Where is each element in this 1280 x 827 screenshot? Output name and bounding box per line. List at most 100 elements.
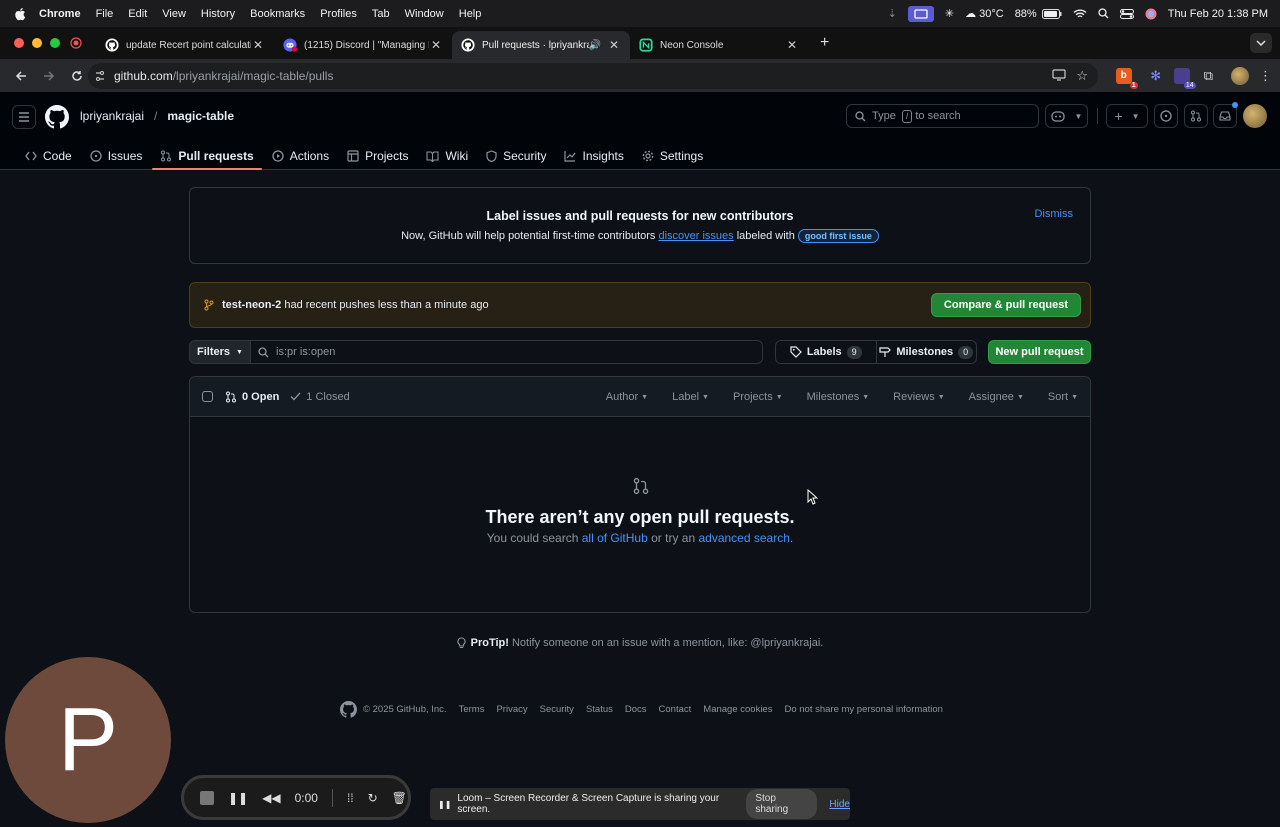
extension-icon-b[interactable]: b1: [1115, 67, 1138, 89]
recording-icon[interactable]: [70, 37, 82, 49]
profile-avatar[interactable]: [1231, 66, 1249, 85]
good-first-issue-label[interactable]: good first issue: [797, 229, 879, 243]
reload-button[interactable]: [64, 70, 90, 82]
menu-file[interactable]: File: [96, 8, 114, 20]
hamburger-menu-button[interactable]: [12, 105, 36, 129]
github-logo-icon[interactable]: [340, 701, 357, 718]
spotlight-search-icon[interactable]: [1098, 8, 1109, 19]
battery-icon[interactable]: [1041, 8, 1062, 19]
chrome-menu-icon[interactable]: ⋮: [1259, 68, 1272, 84]
close-window-button[interactable]: [14, 38, 24, 48]
sort-filter[interactable]: Sort ▼: [1048, 391, 1078, 403]
clock-datetime[interactable]: Thu Feb 20 1:38 PM: [1168, 8, 1268, 20]
menu-bookmarks[interactable]: Bookmarks: [250, 8, 305, 20]
breadcrumb-repo[interactable]: magic-table: [167, 109, 234, 123]
tab-insights[interactable]: Insights: [556, 142, 631, 170]
tab-security[interactable]: Security: [478, 142, 554, 170]
tab-update-recert[interactable]: update Recert point calculati ✕: [96, 31, 274, 59]
close-tab-icon[interactable]: ✕: [429, 38, 443, 52]
hide-button[interactable]: Hide: [829, 799, 850, 810]
wifi-icon[interactable]: [1073, 9, 1087, 19]
stop-recording-button[interactable]: [200, 790, 214, 805]
site-info-icon[interactable]: [94, 70, 106, 82]
speaker-icon[interactable]: 🔊: [589, 40, 601, 51]
menu-help[interactable]: Help: [459, 8, 482, 20]
minimize-window-button[interactable]: [32, 38, 42, 48]
tab-settings[interactable]: Settings: [634, 142, 711, 170]
dismiss-button[interactable]: Dismiss: [1035, 208, 1074, 220]
new-pull-request-button[interactable]: New pull request: [988, 340, 1091, 364]
global-search-input[interactable]: Type / to search: [846, 104, 1039, 128]
breadcrumb-owner[interactable]: lpriyankrajai: [80, 109, 144, 123]
close-tab-icon[interactable]: ✕: [785, 38, 799, 52]
tab-code[interactable]: Code: [17, 142, 80, 170]
tab-pull-requests[interactable]: Pull requests · lpriyankraja 🔊 ✕: [452, 31, 630, 59]
menu-edit[interactable]: Edit: [128, 8, 147, 20]
footer-link-privacy[interactable]: Privacy: [496, 704, 527, 715]
trash-icon[interactable]: 🗑: [392, 791, 407, 805]
footer-link-manage-cookies[interactable]: Manage cookies: [703, 704, 772, 715]
filter-search-input[interactable]: is:pr is:open: [251, 340, 763, 364]
your-pull-requests-button[interactable]: [1184, 104, 1208, 128]
puzzle-icon[interactable]: ⧉: [1204, 68, 1213, 84]
apple-icon[interactable]: [13, 7, 27, 21]
weather-icon[interactable]: ☁: [965, 7, 976, 20]
discover-issues-link[interactable]: discover issues: [658, 230, 733, 242]
tab-pull-requests[interactable]: Pull requests: [152, 142, 263, 170]
screen-share-icon[interactable]: [907, 5, 934, 22]
pause-icon[interactable]: ❚❚: [228, 791, 248, 805]
select-all-checkbox[interactable]: [202, 391, 213, 402]
user-avatar[interactable]: [1243, 104, 1267, 128]
zoom-window-button[interactable]: [50, 38, 60, 48]
author-filter[interactable]: Author ▼: [606, 391, 648, 403]
footer-link-security[interactable]: Security: [540, 704, 574, 715]
tab-actions[interactable]: Actions: [264, 142, 337, 170]
bookmark-star-icon[interactable]: ☆: [1076, 68, 1088, 84]
new-tab-button[interactable]: +: [820, 34, 829, 52]
milestones-filter[interactable]: Milestones ▼: [807, 391, 870, 403]
footer-link-contact[interactable]: Contact: [659, 704, 692, 715]
closed-filter-link[interactable]: 1 Closed: [290, 391, 350, 403]
menu-chrome[interactable]: Chrome: [39, 8, 81, 20]
grid-icon[interactable]: ⁞⁞: [347, 791, 354, 805]
milestones-button[interactable]: Milestones 0: [875, 341, 977, 363]
menu-view[interactable]: View: [162, 8, 186, 20]
forward-button[interactable]: [36, 70, 62, 82]
back-button[interactable]: [8, 70, 34, 82]
all-of-github-link[interactable]: all of GitHub: [582, 531, 648, 545]
siri-icon[interactable]: [1145, 8, 1157, 20]
menu-window[interactable]: Window: [405, 8, 444, 20]
close-tab-icon[interactable]: ✕: [251, 38, 265, 52]
labels-button[interactable]: Labels 9: [776, 341, 876, 363]
branch-name[interactable]: test-neon-2: [222, 299, 281, 311]
tab-issues[interactable]: Issues: [82, 142, 151, 170]
tab-search-button[interactable]: [1250, 33, 1272, 53]
tab-discord[interactable]: (1215) Discord | "Managing N ✕: [274, 31, 452, 59]
tab-wiki[interactable]: Wiki: [418, 142, 476, 170]
restart-icon[interactable]: ↻: [368, 791, 378, 805]
open-filter-link[interactable]: 0 Open: [225, 391, 279, 403]
footer-link-status[interactable]: Status: [586, 704, 613, 715]
footer-link-terms[interactable]: Terms: [459, 704, 485, 715]
camera-bubble[interactable]: P: [5, 657, 171, 823]
copilot-button[interactable]: ▼: [1045, 104, 1088, 128]
extension-icon-badge[interactable]: 14: [1173, 67, 1196, 89]
assignee-filter[interactable]: Assignee ▼: [969, 391, 1024, 403]
your-issues-button[interactable]: [1154, 104, 1178, 128]
extension-icon-react[interactable]: ✻: [1148, 68, 1164, 84]
footer-link-do-not-share[interactable]: Do not share my personal information: [784, 704, 942, 715]
menu-tab[interactable]: Tab: [372, 8, 390, 20]
label-filter[interactable]: Label ▼: [672, 391, 709, 403]
control-center-icon[interactable]: [1119, 8, 1134, 19]
download-icon[interactable]: ⇣: [888, 7, 897, 20]
cast-icon[interactable]: [1052, 69, 1066, 81]
advanced-search-link[interactable]: advanced search: [698, 531, 789, 545]
loom-icon[interactable]: ✳: [945, 7, 954, 20]
tab-neon-console[interactable]: Neon Console ✕: [630, 31, 808, 59]
menu-history[interactable]: History: [201, 8, 235, 20]
close-tab-icon[interactable]: ✕: [607, 38, 621, 52]
menu-profiles[interactable]: Profiles: [320, 8, 357, 20]
compare-pull-request-button[interactable]: Compare & pull request: [930, 293, 1081, 317]
projects-filter[interactable]: Projects ▼: [733, 391, 783, 403]
rewind-icon[interactable]: ◀◀: [262, 791, 280, 805]
